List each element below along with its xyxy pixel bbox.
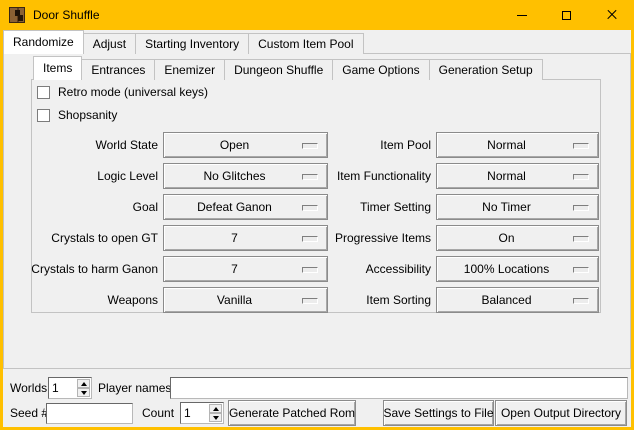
count-label: Count: [142, 403, 174, 424]
arrow-down-icon: [213, 416, 219, 420]
world-state-label: World State: [30, 132, 158, 158]
logic-level-label: Logic Level: [30, 163, 158, 189]
tab-adjust[interactable]: Adjust: [83, 33, 136, 54]
app-icon: [9, 7, 25, 23]
seed-input[interactable]: [46, 403, 133, 424]
timer-setting-label: Timer Setting: [294, 194, 431, 220]
retro-mode-checkbox-row: Retro mode (universal keys): [37, 85, 208, 99]
tab-items[interactable]: Items: [33, 56, 82, 80]
count-spinbox[interactable]: 1: [180, 402, 224, 424]
retro-mode-checkbox[interactable]: [37, 86, 50, 99]
open-output-directory-button[interactable]: Open Output Directory: [495, 400, 627, 426]
close-button[interactable]: [589, 0, 634, 30]
accessibility-label: Accessibility: [294, 256, 431, 282]
item-functionality-dropdown[interactable]: Normal: [436, 163, 599, 189]
tab-starting-inventory[interactable]: Starting Inventory: [135, 33, 249, 54]
tab-dungeon-shuffle[interactable]: Dungeon Shuffle: [224, 59, 333, 80]
title-bar: Door Shuffle: [0, 0, 634, 30]
dropdown-indicator-icon: [573, 267, 589, 273]
tab-generation-setup[interactable]: Generation Setup: [429, 59, 543, 80]
arrow-up-icon: [213, 407, 219, 411]
minimize-icon: [517, 15, 527, 16]
worlds-spin-down-button[interactable]: [77, 388, 90, 397]
dropdown-indicator-icon: [573, 236, 589, 242]
weapons-label: Weapons: [30, 287, 158, 313]
crystals-harm-ganon-label: Crystals to harm Ganon: [30, 256, 158, 282]
player-names-label: Player names: [98, 377, 171, 399]
dropdown-indicator-icon: [573, 174, 589, 180]
item-pool-dropdown[interactable]: Normal: [436, 132, 599, 158]
shopsanity-label: Shopsanity: [58, 109, 117, 122]
client-area: Randomize Adjust Starting Inventory Cust…: [3, 30, 631, 427]
accessibility-dropdown[interactable]: 100% Locations: [436, 256, 599, 282]
item-sorting-label: Item Sorting: [294, 287, 431, 313]
dropdown-indicator-icon: [573, 205, 589, 211]
crystals-open-gt-label: Crystals to open GT: [30, 225, 158, 251]
main-tab-bar: Randomize Adjust Starting Inventory Cust…: [3, 30, 363, 54]
worlds-label: Worlds: [10, 377, 47, 399]
tab-enemizer[interactable]: Enemizer: [154, 59, 225, 80]
item-functionality-label: Item Functionality: [294, 163, 431, 189]
tab-randomize[interactable]: Randomize: [3, 30, 84, 54]
seed-label: Seed #: [10, 403, 48, 424]
arrow-up-icon: [81, 382, 87, 386]
retro-mode-label: Retro mode (universal keys): [58, 86, 208, 99]
shopsanity-checkbox[interactable]: [37, 109, 50, 122]
maximize-icon: [562, 11, 571, 20]
player-names-input[interactable]: [170, 377, 628, 399]
worlds-spin-up-button[interactable]: [77, 379, 90, 388]
tab-game-options[interactable]: Game Options: [332, 59, 429, 80]
generate-patched-rom-button[interactable]: Generate Patched Rom: [228, 400, 356, 426]
count-spin-down-button[interactable]: [209, 413, 222, 422]
progressive-items-label: Progressive Items: [294, 225, 431, 251]
item-sorting-dropdown[interactable]: Balanced: [436, 287, 599, 313]
sub-tab-bar: Items Entrances Enemizer Dungeon Shuffle…: [33, 56, 542, 80]
tab-custom-item-pool[interactable]: Custom Item Pool: [248, 33, 363, 54]
maximize-button[interactable]: [544, 0, 589, 30]
items-tab-panel: Retro mode (universal keys) Shopsanity W…: [31, 79, 601, 313]
dropdown-indicator-icon: [573, 143, 589, 149]
shopsanity-checkbox-row: Shopsanity: [37, 108, 117, 122]
timer-setting-dropdown[interactable]: No Timer: [436, 194, 599, 220]
count-spin-up-button[interactable]: [209, 404, 222, 413]
worlds-spinbox[interactable]: 1: [48, 377, 92, 399]
item-pool-label: Item Pool: [294, 132, 431, 158]
arrow-down-icon: [81, 391, 87, 395]
dropdown-indicator-icon: [573, 298, 589, 304]
tab-entrances[interactable]: Entrances: [81, 59, 155, 80]
save-settings-button[interactable]: Save Settings to File: [383, 400, 494, 426]
minimize-button[interactable]: [499, 0, 544, 30]
progressive-items-dropdown[interactable]: On: [436, 225, 599, 251]
app-window: Door Shuffle Randomize Adjust Starting I…: [0, 0, 634, 430]
close-icon: [606, 9, 618, 21]
window-title: Door Shuffle: [33, 8, 100, 22]
goal-label: Goal: [30, 194, 158, 220]
